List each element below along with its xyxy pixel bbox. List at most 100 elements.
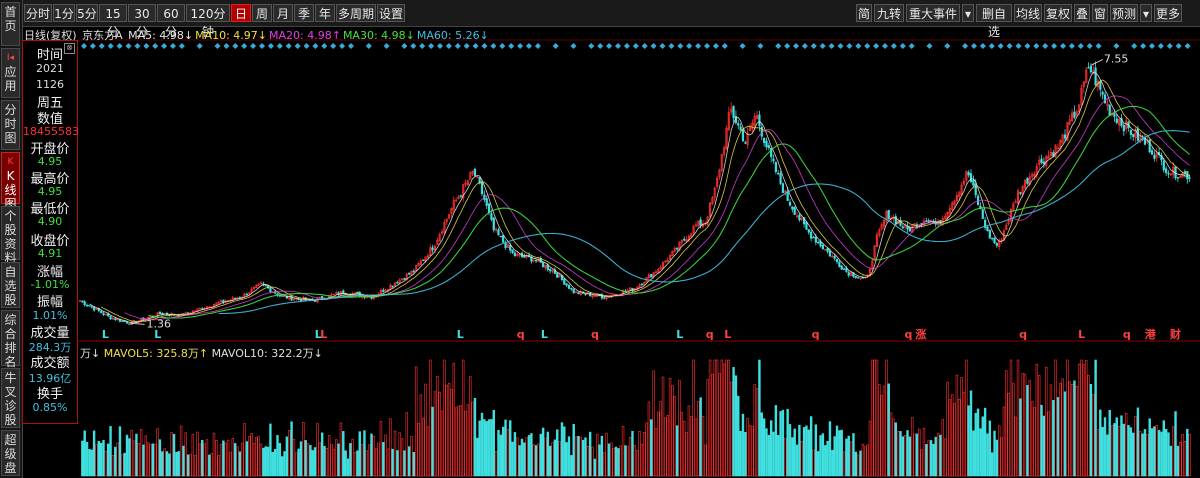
tool-5-button[interactable]: 均线 bbox=[1014, 4, 1042, 22]
tool-10-button[interactable]: ▾ bbox=[1140, 4, 1152, 22]
event-label-7[interactable]: q bbox=[591, 328, 599, 341]
sidebar-item-4[interactable]: 个股资料 bbox=[1, 206, 20, 265]
volume-bar bbox=[908, 436, 912, 477]
tool-1-button[interactable]: 九转 bbox=[874, 4, 904, 22]
tool-2-button[interactable]: 重大事件 bbox=[906, 4, 960, 22]
period-0-button[interactable]: 分时 bbox=[24, 4, 52, 22]
event-label-8[interactable]: L bbox=[676, 328, 683, 341]
volume-bar bbox=[621, 425, 625, 477]
candle-body bbox=[1167, 172, 1170, 175]
period-12-button[interactable]: 多周期 bbox=[336, 4, 376, 22]
period-11-button[interactable]: 年 bbox=[315, 4, 335, 22]
event-diamond bbox=[481, 43, 488, 49]
event-label-0[interactable]: L bbox=[102, 328, 109, 341]
sidebar-item-0[interactable]: 首页 bbox=[1, 2, 20, 46]
volume-bar bbox=[664, 417, 667, 477]
candle-body bbox=[313, 300, 317, 302]
event-label-18[interactable]: 财 bbox=[1169, 327, 1181, 341]
candle-body bbox=[826, 248, 829, 252]
event-label-15[interactable]: L bbox=[1078, 328, 1085, 341]
period-4-button[interactable]: 30分 bbox=[128, 4, 156, 39]
volume-bar bbox=[1014, 416, 1017, 477]
volume-bar bbox=[929, 440, 933, 477]
period-13-button[interactable]: 设置 bbox=[377, 4, 405, 22]
tool-6-button[interactable]: 复权 bbox=[1044, 4, 1072, 22]
candle-body bbox=[290, 295, 293, 301]
volume-bar bbox=[626, 446, 629, 477]
sidebar-item-3[interactable]: K K线图 bbox=[1, 152, 20, 211]
period-6-button[interactable]: 120分钟 bbox=[186, 4, 230, 39]
sidebar-item-8[interactable]: 超级盘 bbox=[1, 430, 20, 476]
sidebar-item-2[interactable]: 分时图 bbox=[1, 100, 20, 150]
tool-9-button[interactable]: 预测 bbox=[1110, 4, 1138, 22]
sidebar-item-5[interactable]: 自选股 bbox=[1, 262, 20, 308]
sidebar-item-7[interactable]: 牛叉诊股 bbox=[1, 368, 20, 428]
volume-bar bbox=[154, 444, 157, 477]
event-label-10[interactable]: L bbox=[724, 328, 731, 341]
tool-8-button[interactable]: 窗 bbox=[1092, 4, 1108, 22]
volume-bar bbox=[231, 438, 235, 477]
period-1-button[interactable]: 1分 bbox=[53, 4, 75, 22]
candle-body bbox=[927, 220, 930, 222]
legend-stock[interactable]: 京东方A bbox=[82, 29, 123, 42]
event-label-4[interactable]: L bbox=[457, 328, 464, 341]
event-label-14[interactable]: q bbox=[1019, 328, 1027, 341]
volume-bar bbox=[135, 433, 138, 477]
event-label-6[interactable]: L bbox=[541, 328, 548, 341]
event-label-5[interactable]: q bbox=[517, 328, 525, 341]
tool-3-button[interactable]: ▾ bbox=[962, 4, 974, 22]
volume-bar bbox=[436, 375, 439, 477]
event-diamond bbox=[241, 43, 248, 49]
tool-0-button[interactable]: 简 bbox=[856, 4, 872, 22]
event-label-11[interactable]: q bbox=[812, 328, 820, 341]
period-8-button[interactable]: 周 bbox=[252, 4, 272, 22]
event-label-3[interactable]: L bbox=[320, 328, 327, 341]
volume-bar bbox=[577, 436, 580, 477]
sidebar-item-6[interactable]: 综合排名 bbox=[1, 310, 20, 369]
tool-11-button[interactable]: 更多 bbox=[1154, 4, 1182, 22]
period-10-button[interactable]: 季 bbox=[294, 4, 314, 22]
volume-bar bbox=[179, 425, 183, 477]
info-panel: ⊗ 时间 2021 1126 周五 数值 18455583 开盘价 4.95 最… bbox=[22, 40, 79, 424]
event-diamond bbox=[1175, 43, 1182, 49]
event-diamond bbox=[526, 43, 532, 49]
event-label-9[interactable]: q bbox=[706, 328, 714, 341]
period-9-button[interactable]: 月 bbox=[273, 4, 293, 22]
event-label-13[interactable]: 涨 bbox=[915, 327, 926, 341]
sidebar-item-1[interactable]: I◂ 应用 bbox=[1, 48, 20, 98]
event-diamond bbox=[1095, 43, 1102, 49]
candle-body bbox=[1129, 130, 1132, 135]
event-label-17[interactable]: 港 bbox=[1145, 327, 1157, 341]
candle-body bbox=[1026, 177, 1029, 184]
event-diamond bbox=[1077, 43, 1084, 49]
volume-bar bbox=[605, 432, 608, 477]
volume-bar bbox=[922, 427, 926, 477]
volume-bar bbox=[859, 450, 862, 477]
event-diamond bbox=[410, 43, 417, 49]
candle-body bbox=[1103, 94, 1107, 104]
event-label-16[interactable]: q bbox=[1123, 328, 1131, 341]
candle-body bbox=[563, 278, 566, 285]
volume-bar bbox=[1188, 433, 1191, 477]
volume-bar bbox=[342, 431, 345, 477]
volume-bar bbox=[765, 428, 768, 477]
tool-4-button[interactable]: 删自选 bbox=[976, 4, 1012, 39]
event-diamond bbox=[276, 43, 283, 49]
candle-body bbox=[833, 256, 836, 259]
candle-body bbox=[513, 252, 517, 257]
period-3-button[interactable]: 15分 bbox=[99, 4, 127, 39]
period-7-button[interactable]: 日 bbox=[231, 4, 251, 22]
kline-chart[interactable]: L L LL Lq Lq Lq Lq q 涨 q Lq 港财 7.551.36 bbox=[0, 0, 1200, 478]
tool-7-button[interactable]: 叠 bbox=[1074, 4, 1090, 22]
volume-bar bbox=[156, 428, 159, 477]
volume-bar bbox=[177, 451, 180, 477]
period-2-button[interactable]: 5分 bbox=[76, 4, 98, 22]
event-diamond bbox=[615, 43, 621, 49]
candle-body bbox=[81, 300, 84, 303]
volume-bar bbox=[706, 379, 709, 477]
volume-bar bbox=[1089, 383, 1093, 477]
event-diamond bbox=[1060, 43, 1066, 49]
event-diamond bbox=[908, 43, 915, 49]
period-5-button[interactable]: 60分 bbox=[157, 4, 185, 39]
event-label-12[interactable]: q bbox=[904, 328, 912, 341]
